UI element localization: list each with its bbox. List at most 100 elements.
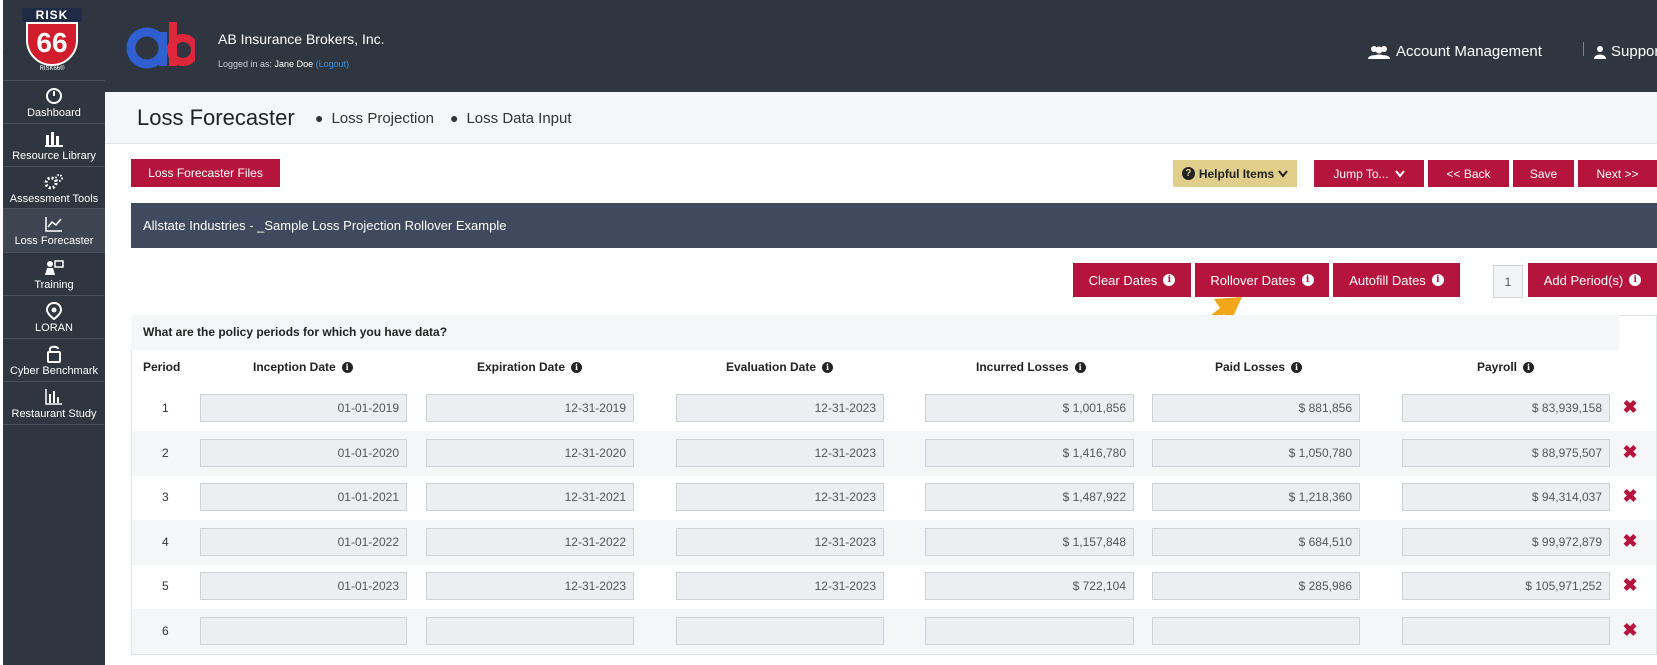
sidebar-item-restaurant-study[interactable]: Restaurant Study xyxy=(3,381,105,425)
helpful-items-dropdown[interactable]: ? Helpful Items xyxy=(1173,160,1297,187)
period-number: 2 xyxy=(162,446,169,460)
expiration-date-input[interactable]: 12-31-2021 xyxy=(426,483,634,511)
evaluation-date-input[interactable]: 12-31-2023 xyxy=(676,528,884,556)
inception-date-input[interactable]: 01-01-2019 xyxy=(200,394,407,422)
incurred-losses-input[interactable]: $ 1,157,848 xyxy=(925,528,1134,556)
period-count-input[interactable]: 1 xyxy=(1493,265,1523,298)
delete-row-icon[interactable]: ✖ xyxy=(1622,443,1638,461)
crumb-label: Loss Data Input xyxy=(466,110,572,127)
add-periods-button[interactable]: Add Period(s) i xyxy=(1528,263,1657,297)
table-row: 2 01-01-2020 12-31-2020 12-31-2023 $ 1,4… xyxy=(132,431,1656,476)
table-row: 6 ✖ xyxy=(132,609,1656,654)
autofill-dates-label: Autofill Dates xyxy=(1349,272,1426,288)
incurred-losses-input[interactable]: $ 1,487,922 xyxy=(925,483,1134,511)
sidebar-item-training[interactable]: Training xyxy=(3,252,105,295)
user-name: Jane Doe xyxy=(274,59,314,69)
rollover-dates-label: Rollover Dates xyxy=(1210,272,1296,288)
paid-losses-input[interactable]: $ 1,050,780 xyxy=(1152,439,1360,467)
paid-losses-input[interactable]: $ 881,856 xyxy=(1152,394,1360,422)
inception-date-input[interactable]: 01-01-2022 xyxy=(200,528,407,556)
info-icon: i xyxy=(1431,274,1444,286)
expiration-date-input[interactable]: 12-31-2020 xyxy=(426,439,634,467)
paid-losses-input[interactable] xyxy=(1152,617,1360,645)
payroll-input[interactable]: $ 94,314,037 xyxy=(1402,483,1610,511)
expiration-date-input[interactable]: 12-31-2019 xyxy=(426,394,634,422)
expiration-date-input[interactable] xyxy=(426,617,634,645)
info-icon: i xyxy=(1163,274,1176,286)
jump-to-dropdown[interactable]: Jump To... xyxy=(1314,160,1424,187)
info-icon[interactable]: i xyxy=(822,361,834,373)
header-divider xyxy=(1583,42,1584,56)
incurred-losses-input[interactable]: $ 722,104 xyxy=(925,572,1134,600)
payroll-input[interactable]: $ 105,971,252 xyxy=(1402,572,1610,600)
info-icon[interactable]: i xyxy=(1291,361,1303,373)
autofill-dates-button[interactable]: Autofill Dates i xyxy=(1333,263,1460,297)
paid-losses-input[interactable]: $ 1,218,360 xyxy=(1152,483,1360,511)
support-label: Support xyxy=(1611,43,1657,60)
back-button[interactable]: << Back xyxy=(1428,160,1509,187)
evaluation-date-input[interactable]: 12-31-2023 xyxy=(676,483,884,511)
sidebar-item-resource-library[interactable]: Resource Library xyxy=(3,123,105,166)
rollover-dates-button[interactable]: Rollover Dates i xyxy=(1195,263,1329,297)
helpful-items-label: Helpful Items xyxy=(1198,166,1275,181)
paid-losses-input[interactable]: $ 684,510 xyxy=(1152,528,1360,556)
support-link[interactable]: Support xyxy=(1593,43,1657,60)
incurred-losses-input[interactable]: $ 1,001,856 xyxy=(925,394,1134,422)
incurred-losses-input[interactable] xyxy=(925,617,1134,645)
info-icon: i xyxy=(1629,274,1642,286)
delete-row-icon[interactable]: ✖ xyxy=(1622,398,1638,416)
dashboard-icon xyxy=(46,88,62,104)
account-management-link[interactable]: Account Management xyxy=(1368,43,1542,60)
sidebar-item-assessment-tools[interactable]: Assessment Tools xyxy=(3,166,105,208)
payroll-input[interactable]: $ 88,975,507 xyxy=(1402,439,1610,467)
info-icon[interactable]: i xyxy=(1074,361,1086,373)
payroll-input[interactable]: $ 83,939,158 xyxy=(1402,394,1610,422)
sidebar-item-label: Cyber Benchmark xyxy=(9,365,99,377)
sidebar-item-loran[interactable]: LORAN xyxy=(3,295,105,338)
paid-losses-input[interactable]: $ 285,986 xyxy=(1152,572,1360,600)
delete-row-icon[interactable]: ✖ xyxy=(1622,487,1638,505)
logout-link[interactable]: (Logout) xyxy=(316,59,350,69)
expiration-date-input[interactable]: 12-31-2022 xyxy=(426,528,634,556)
info-icon[interactable]: i xyxy=(341,361,353,373)
expiration-date-input[interactable]: 12-31-2023 xyxy=(426,572,634,600)
evaluation-date-input[interactable]: 12-31-2023 xyxy=(676,439,884,467)
logged-in-info: Logged in as: Jane Doe (Logout) xyxy=(218,59,349,69)
inception-date-input[interactable]: 01-01-2023 xyxy=(200,572,407,600)
delete-row-icon[interactable]: ✖ xyxy=(1622,621,1638,639)
page-title: Loss Forecaster xyxy=(137,105,295,130)
delete-row-icon[interactable]: ✖ xyxy=(1622,576,1638,594)
next-button[interactable]: Next >> xyxy=(1578,160,1657,187)
sidebar-item-label: Resource Library xyxy=(12,150,96,162)
sidebar-item-label: LORAN xyxy=(35,322,73,334)
save-button[interactable]: Save xyxy=(1513,160,1574,187)
payroll-input[interactable]: $ 99,972,879 xyxy=(1402,528,1610,556)
top-header: AB Insurance Brokers, Inc. Logged in as:… xyxy=(105,0,1657,92)
sidebar-item-loss-forecaster[interactable]: Loss Forecaster xyxy=(3,208,105,252)
inception-date-input[interactable] xyxy=(200,617,407,645)
chevron-down-icon xyxy=(1394,169,1405,178)
period-number: 3 xyxy=(162,490,169,504)
sidebar-item-dashboard[interactable]: Dashboard xyxy=(3,80,105,123)
loss-forecaster-files-button[interactable]: Loss Forecaster Files xyxy=(131,159,280,187)
header-label: Payroll xyxy=(1477,360,1518,374)
evaluation-date-input[interactable] xyxy=(676,617,884,645)
inception-date-input[interactable]: 01-01-2021 xyxy=(200,483,407,511)
payroll-input[interactable] xyxy=(1402,617,1610,645)
header-period: Period xyxy=(143,360,180,374)
inception-date-input[interactable]: 01-01-2020 xyxy=(200,439,407,467)
sidebar-item-cyber-benchmark[interactable]: Cyber Benchmark xyxy=(3,338,105,381)
info-icon[interactable]: i xyxy=(1523,361,1535,373)
info-icon[interactable]: i xyxy=(571,361,583,373)
crumb-loss-projection[interactable]: ● Loss Projection xyxy=(315,110,434,127)
delete-row-icon[interactable]: ✖ xyxy=(1622,532,1638,550)
evaluation-date-input[interactable]: 12-31-2023 xyxy=(676,572,884,600)
header-evaluation-date: Evaluation Date i xyxy=(726,360,834,374)
table-row: 3 01-01-2021 12-31-2021 12-31-2023 $ 1,4… xyxy=(132,475,1656,520)
crumb-loss-data-input[interactable]: ● Loss Data Input xyxy=(450,110,572,127)
sidebar-item-label: Assessment Tools xyxy=(9,193,99,205)
evaluation-date-input[interactable]: 12-31-2023 xyxy=(676,394,884,422)
incurred-losses-input[interactable]: $ 1,416,780 xyxy=(925,439,1134,467)
clear-dates-button[interactable]: Clear Dates i xyxy=(1073,263,1191,297)
risk66-logo[interactable]: RISK 66 RISK66® xyxy=(22,8,82,72)
